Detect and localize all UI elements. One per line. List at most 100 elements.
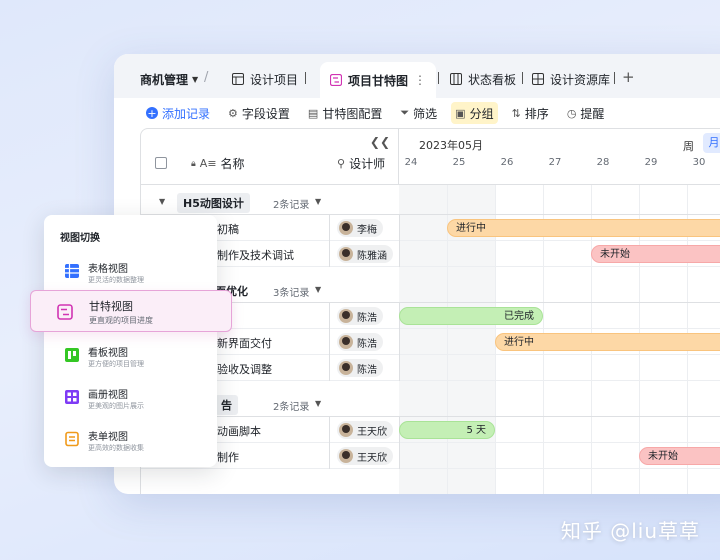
more-icon[interactable]: ⋮ [414, 73, 426, 87]
table-row[interactable]: 制作及技术调试 陈雅涵 未开始 [141, 241, 720, 267]
tab-divider [438, 72, 439, 84]
designer-tag: 陈浩 [337, 333, 383, 351]
group-menu-icon[interactable]: ▼ [315, 285, 321, 294]
cell-divider [329, 215, 330, 241]
day-label: 29 [644, 157, 658, 168]
cell-divider [329, 303, 330, 329]
designer-tag: 王天欣 [337, 421, 393, 439]
designer-tag: 李梅 [337, 219, 383, 237]
tab-divider [522, 72, 523, 84]
filter-button[interactable]: ⏷ 筛选 [396, 102, 441, 124]
gantt-bar[interactable]: 进行中 [447, 219, 720, 237]
gear-icon: ⚙ [228, 106, 238, 120]
tab-design-projects[interactable]: 设计项目 [232, 68, 298, 90]
add-record-button[interactable]: + 添加记录 [142, 102, 214, 124]
gantt-bar[interactable]: 未开始 [591, 245, 720, 263]
form-view-icon [65, 431, 79, 447]
table-row[interactable]: 制作 王天欣 未开始 [141, 443, 720, 469]
gantt-bar[interactable]: 进行中 [495, 333, 720, 351]
toolbar: + 添加记录 ⚙ 字段设置 ▤ 甘特图配置 ⏷ 筛选 ▣ 分组 ⇅ 排序 ◷ 提… [114, 98, 720, 128]
gallery-view-icon [65, 390, 79, 404]
column-name-label: 名称 [220, 157, 245, 171]
tab-label: 设计项目 [250, 72, 299, 87]
gantt-bar[interactable]: 未开始 [639, 447, 720, 465]
view-switcher-title: 视图切换 [60, 233, 100, 244]
view-option-desc: 更灵活的数据整理 [88, 276, 144, 284]
remind-label: 提醒 [580, 106, 605, 121]
group-menu-icon[interactable]: ▼ [315, 399, 321, 408]
gantt-bar[interactable]: 已完成 [399, 307, 543, 325]
breadcrumb-app-name: 商机管理 [140, 73, 189, 87]
grid-icon [532, 73, 544, 85]
group-button[interactable]: ▣ 分组 [451, 102, 498, 124]
group-header[interactable]: ▼ H5动图设计 2条记录 ▼ [141, 189, 720, 215]
designer-name: 陈浩 [357, 364, 377, 376]
month-label: 2023年05月 [419, 139, 483, 152]
group-header[interactable]: 告 2条记录 ▼ [141, 391, 720, 417]
view-option-gallery[interactable]: 画册视图 更美观的图片展示 [44, 381, 217, 421]
cell-divider [329, 443, 330, 469]
view-option-gantt-selected[interactable]: 甘特视图 更直观的项目进度 [30, 290, 232, 332]
view-option-table[interactable]: 表格视图 更灵活的数据整理 [44, 255, 217, 295]
field-settings-button[interactable]: ⚙ 字段设置 [224, 102, 294, 124]
table-row[interactable]: 动画脚本 王天欣 5 天 [141, 417, 720, 443]
cell-divider [329, 417, 330, 443]
designer-name: 王天欣 [357, 452, 387, 464]
add-tab-button[interactable]: + [622, 68, 635, 86]
gantt-config-button[interactable]: ▤ 甘特图配置 [304, 102, 386, 124]
designer-tag: 陈雅涵 [337, 245, 393, 263]
table-row[interactable]: 验收及调整 陈浩 [141, 355, 720, 381]
view-month-toggle[interactable]: 月 [703, 133, 720, 153]
group-menu-icon[interactable]: ▼ [315, 197, 321, 206]
plus-circle-icon: + [146, 106, 158, 120]
tab-gantt[interactable]: 项目甘特图 ⋮ [320, 62, 437, 98]
select-all-checkbox[interactable] [155, 157, 167, 169]
view-option-form[interactable]: 表单视图 更高效的数据收集 [44, 423, 217, 463]
cell-divider [399, 241, 400, 267]
tab-status-board[interactable]: 状态看板 [450, 68, 516, 90]
designer-name: 王天欣 [357, 426, 387, 438]
gantt-config-label: 甘特图配置 [322, 106, 383, 121]
table-row[interactable]: 初稿 李梅 进行中 [141, 215, 720, 241]
gantt-view-icon [57, 304, 73, 320]
designer-name: 李梅 [357, 224, 377, 236]
row-name: 制作 [217, 451, 239, 464]
designer-name: 陈浩 [357, 312, 377, 324]
lock-icon: 🔒︎ [191, 158, 196, 169]
day-label: 30 [692, 157, 706, 168]
timeline-header: 2023年05月 周 月 24 25 26 27 28 29 30 [399, 129, 720, 185]
designer-tag: 陈浩 [337, 307, 383, 325]
caret-down-icon: ▼ [192, 75, 199, 84]
add-record-label: 添加记录 [162, 106, 211, 121]
avatar [339, 247, 353, 261]
column-header-name[interactable]: 🔒︎ A≡ 名称 [191, 155, 245, 172]
view-option-desc: 更直观的项目进度 [89, 316, 153, 325]
collapse-triangle-icon[interactable]: ▼ [159, 197, 165, 206]
gantt-icon [330, 74, 342, 86]
designer-tag: 王天欣 [337, 447, 393, 465]
tab-divider [305, 72, 306, 84]
view-switcher-popup: 视图切换 表格视图 更灵活的数据整理 看板视图 更方便的项目管理 画册视图 更美… [44, 215, 217, 467]
remind-button[interactable]: ◷ 提醒 [563, 102, 609, 124]
view-week-toggle[interactable]: 周 [683, 138, 694, 154]
view-option-name: 画册视图 [88, 390, 128, 401]
tab-label: 项目甘特图 [348, 73, 409, 88]
breadcrumb-separator: / [204, 70, 209, 85]
collapse-left-icon[interactable]: ❮❮ [370, 135, 390, 149]
column-header-designer[interactable]: ⚲ 设计师 [337, 155, 385, 172]
breadcrumb[interactable]: 商机管理 ▼ [140, 71, 198, 88]
watermark: 知乎 @liu草草 [560, 519, 700, 543]
designer-tag: 陈浩 [337, 359, 383, 377]
group-count: 2条记录 [273, 402, 310, 413]
gantt-bar[interactable]: 5 天 [399, 421, 495, 439]
kanban-icon [450, 73, 462, 85]
designer-name: 陈雅涵 [357, 250, 387, 262]
view-option-name: 表单视图 [88, 432, 128, 443]
view-option-kanban[interactable]: 看板视图 更方便的项目管理 [44, 339, 217, 379]
table-row[interactable]: 新界面交付 陈浩 进行中 [141, 329, 720, 355]
view-option-desc: 更美观的图片展示 [88, 402, 144, 410]
sort-button[interactable]: ⇅ 排序 [508, 102, 553, 124]
sort-icon: ⇅ [511, 106, 521, 120]
tab-design-resources[interactable]: 设计资源库 [532, 68, 610, 90]
tab-bar: 商机管理 ▼ / 设计项目 项目甘特图 ⋮ 状态看板 设计资源库 + [114, 54, 720, 98]
